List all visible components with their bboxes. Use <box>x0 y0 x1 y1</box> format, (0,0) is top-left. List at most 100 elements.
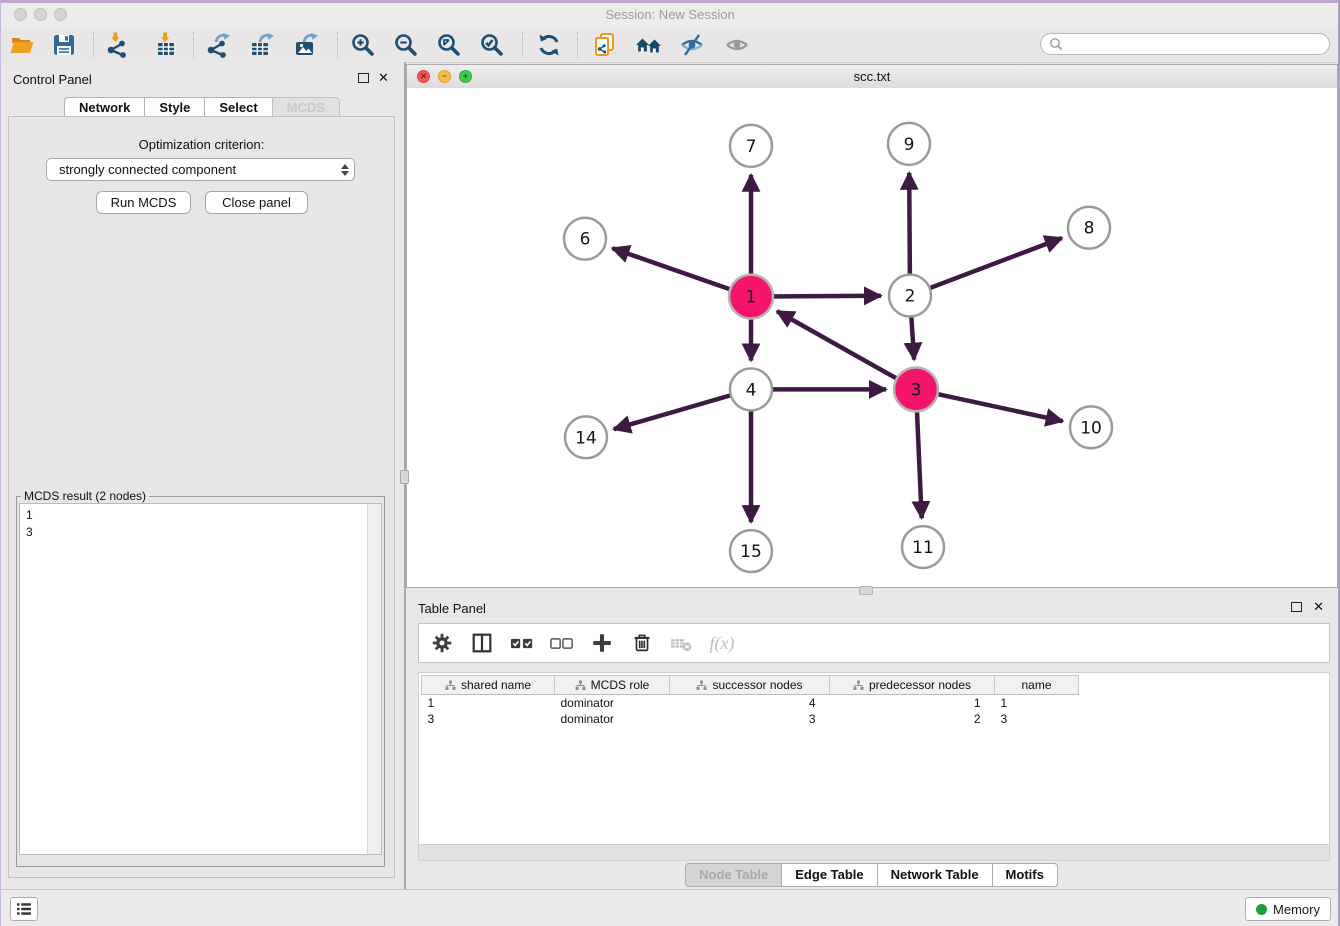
cell-successor-nodes[interactable]: 3 <box>670 711 830 727</box>
memory-button[interactable]: Memory <box>1245 897 1331 921</box>
column-header-predecessor-nodes[interactable]: predecessor nodes <box>830 676 995 695</box>
cell-mcds-role[interactable]: dominator <box>555 711 670 727</box>
application-window: Session: New Session <box>0 0 1340 926</box>
window-frame-left <box>0 0 1 926</box>
criterion-select[interactable]: strongly connected component <box>46 158 355 181</box>
new-network-from-file-icon[interactable] <box>591 31 619 59</box>
cell-predecessor-nodes[interactable]: 2 <box>830 711 995 727</box>
network-canvas[interactable]: 7968124314101511 <box>407 88 1337 587</box>
select-stepper-icon <box>336 159 354 180</box>
split-view-icon[interactable] <box>469 630 495 656</box>
tab-motifs[interactable]: Motifs <box>992 863 1058 887</box>
mcds-result-title: MCDS result (2 nodes) <box>21 489 149 503</box>
table-row[interactable]: 3 dominator 3 2 3 <box>422 711 1079 727</box>
node-table: shared name MCDS role successor nodes pr… <box>421 675 1079 727</box>
column-type-icon <box>445 680 456 691</box>
mcds-result-group: MCDS result (2 nodes) 1 3 <box>16 489 385 867</box>
export-image-icon[interactable] <box>291 31 319 59</box>
zoom-fit-icon[interactable] <box>435 31 463 59</box>
column-header-mcds-role[interactable]: MCDS role <box>555 676 670 695</box>
graph-node-label: 2 <box>905 287 916 307</box>
task-history-button[interactable] <box>10 897 38 921</box>
vertical-splitter-grip[interactable] <box>400 470 409 484</box>
delete-table-icon[interactable] <box>669 630 695 656</box>
graph-node-label: 8 <box>1084 219 1095 239</box>
memory-status-icon <box>1256 904 1267 915</box>
float-table-panel-icon[interactable] <box>1291 602 1302 612</box>
close-panel-icon[interactable]: ✕ <box>378 72 389 83</box>
cell-name[interactable]: 3 <box>995 711 1079 727</box>
table-header-row: shared name MCDS role successor nodes pr… <box>422 676 1079 695</box>
run-mcds-button[interactable]: Run MCDS <box>96 191 191 214</box>
import-table-icon[interactable] <box>152 31 180 59</box>
graph-node-label: 7 <box>746 137 757 157</box>
table-toolbar: f(x) <box>418 623 1330 663</box>
deselect-all-checkboxes-icon[interactable] <box>549 630 575 656</box>
export-table-icon[interactable] <box>247 31 275 59</box>
mcds-result-box[interactable]: 1 3 <box>19 503 382 855</box>
column-header-successor-nodes[interactable]: successor nodes <box>670 676 830 695</box>
hide-selected-icon[interactable] <box>678 31 706 59</box>
mcds-tab-content: Optimization criterion: strongly connect… <box>8 116 395 878</box>
search-input[interactable] <box>1040 33 1330 55</box>
tab-network-table[interactable]: Network Table <box>877 863 993 887</box>
status-bar: Memory <box>0 889 1340 926</box>
float-panel-icon[interactable] <box>358 73 369 83</box>
delete-column-trash-icon[interactable] <box>629 630 655 656</box>
graph-node-label: 10 <box>1080 418 1102 438</box>
graph-node-label: 3 <box>911 380 922 400</box>
function-builder-icon[interactable]: f(x) <box>709 630 735 656</box>
zoom-out-icon[interactable] <box>392 31 420 59</box>
mcds-result-line: 1 <box>26 507 375 524</box>
column-type-icon <box>696 680 707 691</box>
cell-successor-nodes[interactable]: 4 <box>670 695 830 712</box>
show-all-icon[interactable] <box>723 31 751 59</box>
export-network-icon[interactable] <box>204 31 232 59</box>
horizontal-splitter-grip[interactable] <box>859 586 873 595</box>
network-view-window: ✕ − + scc.txt 7968124314101511 <box>406 64 1338 588</box>
criterion-select-value: strongly connected component <box>47 162 336 177</box>
first-neighbors-icon[interactable] <box>635 31 663 59</box>
graph-node-label: 9 <box>904 135 915 155</box>
import-network-icon[interactable] <box>104 31 132 59</box>
task-list-icon <box>14 899 34 919</box>
tab-node-table[interactable]: Node Table <box>685 863 782 887</box>
tab-edge-table[interactable]: Edge Table <box>781 863 877 887</box>
close-table-panel-icon[interactable]: ✕ <box>1313 601 1324 612</box>
cell-shared-name[interactable]: 3 <box>422 711 555 727</box>
open-session-icon[interactable] <box>8 31 36 59</box>
table-row[interactable]: 1 dominator 4 1 1 <box>422 695 1079 712</box>
column-header-shared-name[interactable]: shared name <box>422 676 555 695</box>
column-type-icon <box>853 680 864 691</box>
toolbar-separator <box>193 32 194 58</box>
main-toolbar <box>0 28 1340 63</box>
graph-node-label: 6 <box>580 230 591 250</box>
network-title: scc.txt <box>407 69 1337 84</box>
zoom-in-icon[interactable] <box>349 31 377 59</box>
cell-predecessor-nodes[interactable]: 1 <box>830 695 995 712</box>
toolbar-separator <box>577 32 578 58</box>
toolbar-separator <box>93 32 94 58</box>
network-window-titlebar[interactable]: ✕ − + scc.txt <box>407 65 1337 89</box>
titlebar[interactable]: Session: New Session <box>0 3 1340 29</box>
network-graph[interactable]: 7968124314101511 <box>407 88 1337 587</box>
result-scrollbar[interactable] <box>367 504 381 854</box>
cell-mcds-role[interactable]: dominator <box>555 695 670 712</box>
graph-edge-3-1[interactable] <box>777 311 916 389</box>
graph-node-label: 4 <box>746 380 757 400</box>
table-panel: Table Panel ✕ f(x) <box>406 597 1338 890</box>
cell-name[interactable]: 1 <box>995 695 1079 712</box>
add-column-icon[interactable] <box>589 630 615 656</box>
memory-label: Memory <box>1273 902 1320 917</box>
column-header-name[interactable]: name <box>995 676 1079 695</box>
apply-layout-icon[interactable] <box>535 31 563 59</box>
settings-gear-icon[interactable] <box>429 630 455 656</box>
node-table-area[interactable]: shared name MCDS role successor nodes pr… <box>418 672 1330 845</box>
close-panel-button[interactable]: Close panel <box>205 191 308 214</box>
zoom-selected-icon[interactable] <box>478 31 506 59</box>
select-all-checkboxes-icon[interactable] <box>509 630 535 656</box>
optimization-criterion-label: Optimization criterion: <box>9 137 394 152</box>
cell-shared-name[interactable]: 1 <box>422 695 555 712</box>
graph-edge-2-8[interactable] <box>910 238 1062 296</box>
save-session-icon[interactable] <box>50 31 78 59</box>
